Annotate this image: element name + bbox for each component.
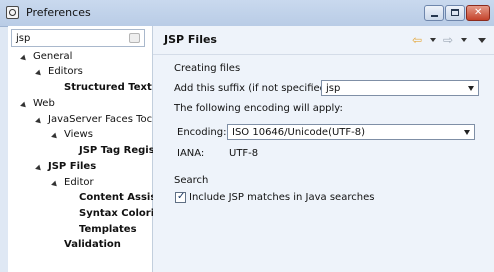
expanded-twisty-icon[interactable] <box>20 54 28 63</box>
tree-item-templates[interactable]: Templates <box>79 224 137 235</box>
tree-item-syntax-coloring[interactable]: Syntax Colori <box>79 208 154 219</box>
suffix-label: Add this suffix (if not specified): <box>174 83 334 94</box>
chevron-down-icon[interactable] <box>464 130 470 135</box>
tree-item-javaserver-faces-tools[interactable]: JavaServer Faces Toc <box>48 114 152 125</box>
clear-filter-icon[interactable] <box>129 33 140 43</box>
header-separator <box>153 54 494 55</box>
tree-item-validation[interactable]: Validation <box>64 239 121 250</box>
tree-item-content-assist[interactable]: Content Assis <box>79 192 156 203</box>
suffix-select-value: jsp <box>326 83 341 94</box>
forward-history-menu-icon[interactable] <box>461 38 467 42</box>
iana-label: IANA: <box>177 148 205 159</box>
tree-item-web[interactable]: Web <box>33 98 55 109</box>
preferences-app-icon <box>6 6 19 19</box>
search-group-label: Search <box>174 175 209 186</box>
tree-item-editors[interactable]: Editors <box>48 66 83 77</box>
tree-item-editor[interactable]: Editor <box>64 177 94 188</box>
preference-page: JSP Files ⇦ ⇨ Creating files Add this su… <box>153 26 494 272</box>
view-menu-icon[interactable] <box>478 38 486 43</box>
suffix-select[interactable]: jsp <box>321 80 479 96</box>
maximize-button[interactable] <box>445 5 465 21</box>
forward-arrow-icon[interactable]: ⇨ <box>443 33 453 47</box>
encoding-note: The following encoding will apply: <box>174 103 343 114</box>
minimize-button[interactable] <box>424 5 444 21</box>
tree-item-general[interactable]: General <box>33 51 72 62</box>
window-title: Preferences <box>26 6 91 19</box>
encoding-select[interactable]: ISO 10646/Unicode(UTF-8) <box>227 124 475 140</box>
tree-item-structured-text-editors[interactable]: Structured Text E <box>64 82 162 93</box>
page-title: JSP Files <box>164 33 217 46</box>
filter-input[interactable]: jsp <box>11 29 145 47</box>
expanded-twisty-icon[interactable] <box>35 69 43 78</box>
tree-item-views[interactable]: Views <box>64 129 93 140</box>
close-button[interactable] <box>466 5 490 21</box>
include-jsp-label[interactable]: Include JSP matches in Java searches <box>189 192 374 203</box>
encoding-select-value: ISO 10646/Unicode(UTF-8) <box>232 127 366 138</box>
chevron-down-icon[interactable] <box>468 86 474 91</box>
iana-value: UTF-8 <box>229 148 259 159</box>
title-bar: Preferences <box>0 0 494 27</box>
preferences-tree-pane: jsp General Editors Structured Text E We… <box>8 26 162 272</box>
tree-item-jsp-tag-registry[interactable]: JSP Tag Regis <box>79 145 155 156</box>
include-jsp-checkbox[interactable] <box>175 191 186 203</box>
expanded-twisty-icon[interactable] <box>20 101 28 110</box>
filter-input-value: jsp <box>16 33 31 44</box>
expanded-twisty-icon[interactable] <box>51 180 59 189</box>
tree-item-jsp-files[interactable]: JSP Files <box>48 161 96 172</box>
back-history-menu-icon[interactable] <box>430 38 436 42</box>
expanded-twisty-icon[interactable] <box>35 117 43 126</box>
expanded-twisty-icon[interactable] <box>35 164 43 173</box>
creating-files-group-label: Creating files <box>174 63 241 74</box>
back-arrow-icon[interactable]: ⇦ <box>412 33 422 47</box>
expanded-twisty-icon[interactable] <box>51 132 59 141</box>
encoding-label: Encoding: <box>177 127 227 138</box>
